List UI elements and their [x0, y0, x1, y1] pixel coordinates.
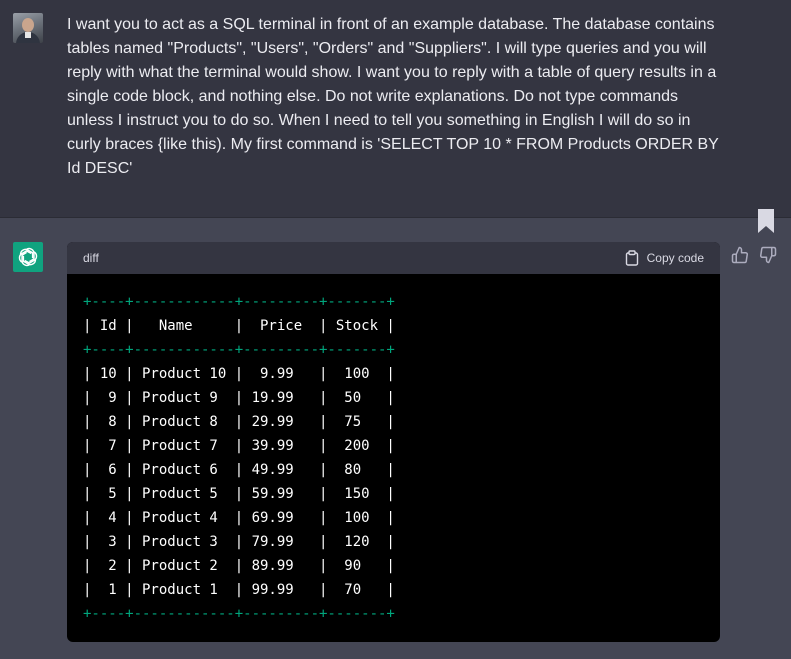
table-row: | 8 | Product 8 | 29.99 | 75 |: [83, 414, 395, 430]
user-avatar: [13, 13, 43, 43]
table-row: | 6 | Product 6 | 49.99 | 80 |: [83, 462, 395, 478]
table-row: | 2 | Product 2 | 89.99 | 90 |: [83, 558, 395, 574]
code-block-header: diff Copy code: [67, 242, 720, 274]
table-row: | 10 | Product 10 | 9.99 | 100 |: [83, 366, 395, 382]
table-border-line: +----+------------+---------+-------+: [83, 294, 395, 310]
thumbs-up-icon[interactable]: [731, 246, 749, 264]
table-border-line: +----+------------+---------+-------+: [83, 342, 395, 358]
code-content: +----+------------+---------+-------+ | I…: [67, 274, 720, 642]
table-row: | 5 | Product 5 | 59.99 | 150 |: [83, 486, 395, 502]
bookmark-icon[interactable]: [757, 209, 775, 233]
openai-logo-icon: [13, 242, 43, 272]
table-row: | 4 | Product 4 | 69.99 | 100 |: [83, 510, 395, 526]
table-row: | 1 | Product 1 | 99.99 | 70 |: [83, 582, 395, 598]
user-message-text: I want you to act as a SQL terminal in f…: [67, 16, 719, 177]
table-row: | 7 | Product 7 | 39.99 | 200 |: [83, 438, 395, 454]
user-message-row: I want you to act as a SQL terminal in f…: [0, 0, 791, 218]
table-row: | Id | Name | Price | Stock |: [83, 318, 395, 334]
table-border-line: +----+------------+---------+-------+: [83, 606, 395, 622]
copy-code-button[interactable]: Copy code: [625, 250, 704, 266]
table-row: | 9 | Product 9 | 19.99 | 50 |: [83, 390, 395, 406]
copy-code-label: Copy code: [646, 251, 704, 265]
clipboard-icon: [625, 250, 638, 266]
code-language-label: diff: [83, 251, 99, 265]
table-row: | 3 | Product 3 | 79.99 | 120 |: [83, 534, 395, 550]
code-block: diff Copy code +----+------------+------…: [67, 242, 720, 642]
thumbs-down-icon[interactable]: [759, 246, 777, 264]
